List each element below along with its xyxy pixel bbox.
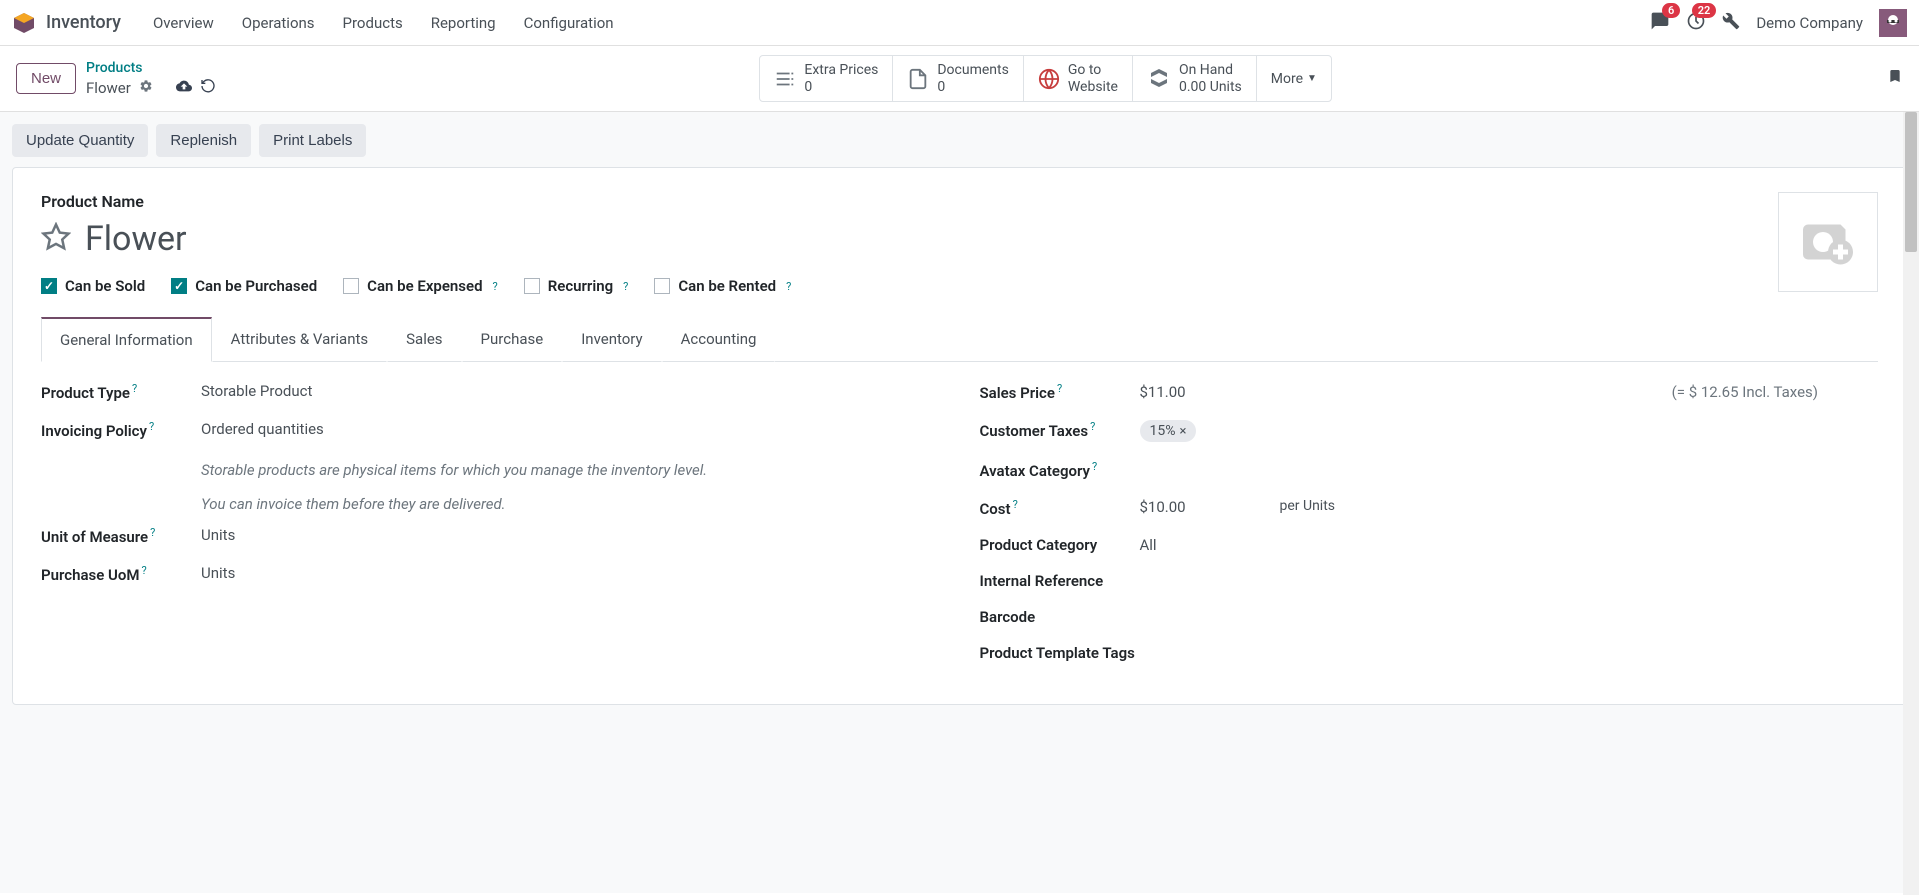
help-icon[interactable]: ?: [1092, 460, 1097, 473]
messages-badge: 6: [1662, 3, 1680, 18]
messages-icon[interactable]: 6: [1650, 11, 1670, 35]
favorite-star-icon[interactable]: [41, 222, 71, 256]
new-button[interactable]: New: [16, 63, 76, 94]
tab-inventory[interactable]: Inventory: [562, 317, 661, 362]
nav-operations[interactable]: Operations: [230, 6, 327, 40]
sales-price-incl-taxes: (= $ 12.65 Incl. Taxes): [1672, 383, 1818, 401]
app-title[interactable]: Inventory: [46, 12, 121, 33]
product-image-upload[interactable]: [1778, 192, 1878, 292]
activities-icon[interactable]: 22: [1686, 11, 1706, 35]
form-sheet: Product Name Flower Can be Sold Can be P…: [12, 167, 1907, 705]
product-name-label: Product Name: [41, 192, 1778, 211]
tab-sales[interactable]: Sales: [387, 317, 461, 362]
nav-products[interactable]: Products: [331, 6, 415, 40]
stat-documents[interactable]: Documents0: [893, 56, 1023, 102]
product-type-field[interactable]: Storable Product: [201, 382, 940, 400]
form-left-column: Product Type? Storable Product Invoicing…: [41, 382, 940, 680]
stat-onhand[interactable]: On Hand0.00 Units: [1133, 56, 1257, 102]
help-icon[interactable]: ?: [493, 280, 498, 293]
breadcrumb-current: Flower: [86, 79, 131, 97]
main-content: Update Quantity Replenish Print Labels P…: [0, 112, 1919, 893]
tab-attributes-variants[interactable]: Attributes & Variants: [212, 317, 387, 362]
product-name-input[interactable]: Flower: [85, 219, 187, 259]
stat-website[interactable]: Go toWebsite: [1024, 56, 1133, 102]
help-icon[interactable]: ?: [1013, 498, 1018, 511]
undo-icon[interactable]: [200, 78, 216, 98]
cloud-upload-icon[interactable]: [176, 78, 192, 98]
caret-down-icon: ▼: [1307, 73, 1317, 84]
cost-units: per Units: [1280, 498, 1336, 514]
form-right-column: Sales Price? $11.00 (= $ 12.65 Incl. Tax…: [980, 382, 1879, 680]
help-icon[interactable]: ?: [786, 280, 791, 293]
tools-icon[interactable]: [1722, 12, 1740, 34]
nav-reporting[interactable]: Reporting: [419, 6, 508, 40]
activities-badge: 22: [1692, 3, 1717, 18]
remove-tag-icon[interactable]: ×: [1180, 424, 1187, 439]
help-text: You can invoice them before they are del…: [41, 492, 940, 516]
breadcrumb-parent[interactable]: Products: [86, 60, 216, 76]
tabs: General Information Attributes & Variant…: [41, 317, 1878, 362]
invoicing-policy-field[interactable]: Ordered quantities: [201, 420, 940, 438]
help-icon[interactable]: ?: [150, 526, 155, 539]
sales-price-field[interactable]: $11.00: [1140, 383, 1260, 401]
tab-purchase[interactable]: Purchase: [462, 317, 563, 362]
company-name[interactable]: Demo Company: [1756, 14, 1863, 32]
product-category-field[interactable]: All: [1140, 536, 1879, 554]
help-icon[interactable]: ?: [1090, 420, 1095, 433]
app-logo-icon: [12, 11, 36, 35]
bookmark-icon[interactable]: [1887, 67, 1903, 90]
tab-general-information[interactable]: General Information: [41, 317, 212, 362]
help-icon[interactable]: ?: [1057, 382, 1062, 395]
help-icon[interactable]: ?: [141, 564, 146, 577]
tab-accounting[interactable]: Accounting: [662, 317, 776, 362]
customer-taxes-field[interactable]: 15%×: [1140, 420, 1879, 442]
control-panel: New Products Flower Extra Prices0 Docume…: [0, 46, 1919, 112]
replenish-button[interactable]: Replenish: [156, 124, 251, 157]
top-navbar: Inventory Overview Operations Products R…: [0, 0, 1919, 46]
stat-buttons: Extra Prices0 Documents0 Go toWebsite On…: [759, 55, 1332, 103]
gear-icon[interactable]: [139, 79, 153, 97]
nav-overview[interactable]: Overview: [141, 6, 226, 40]
purchase-uom-field[interactable]: Units: [201, 564, 940, 582]
scrollbar[interactable]: [1903, 112, 1919, 895]
breadcrumb: Products Flower: [86, 60, 216, 98]
help-icon[interactable]: ?: [149, 420, 154, 433]
user-avatar[interactable]: [1879, 9, 1907, 37]
checkbox-can-be-sold[interactable]: [41, 278, 57, 294]
stat-extra-prices[interactable]: Extra Prices0: [760, 56, 893, 102]
uom-field[interactable]: Units: [201, 526, 940, 544]
stat-more[interactable]: More ▼: [1257, 56, 1331, 102]
checkbox-recurring[interactable]: [524, 278, 540, 294]
print-labels-button[interactable]: Print Labels: [259, 124, 366, 157]
checkbox-can-be-purchased[interactable]: [171, 278, 187, 294]
update-quantity-button[interactable]: Update Quantity: [12, 124, 148, 157]
help-icon[interactable]: ?: [132, 382, 137, 395]
help-text: Storable products are physical items for…: [41, 458, 940, 482]
tax-tag: 15%×: [1140, 420, 1197, 442]
nav-configuration[interactable]: Configuration: [512, 6, 626, 40]
checkbox-can-be-rented[interactable]: [654, 278, 670, 294]
help-icon[interactable]: ?: [623, 280, 628, 293]
cost-field[interactable]: $10.00: [1140, 498, 1210, 516]
checkbox-can-be-expensed[interactable]: [343, 278, 359, 294]
